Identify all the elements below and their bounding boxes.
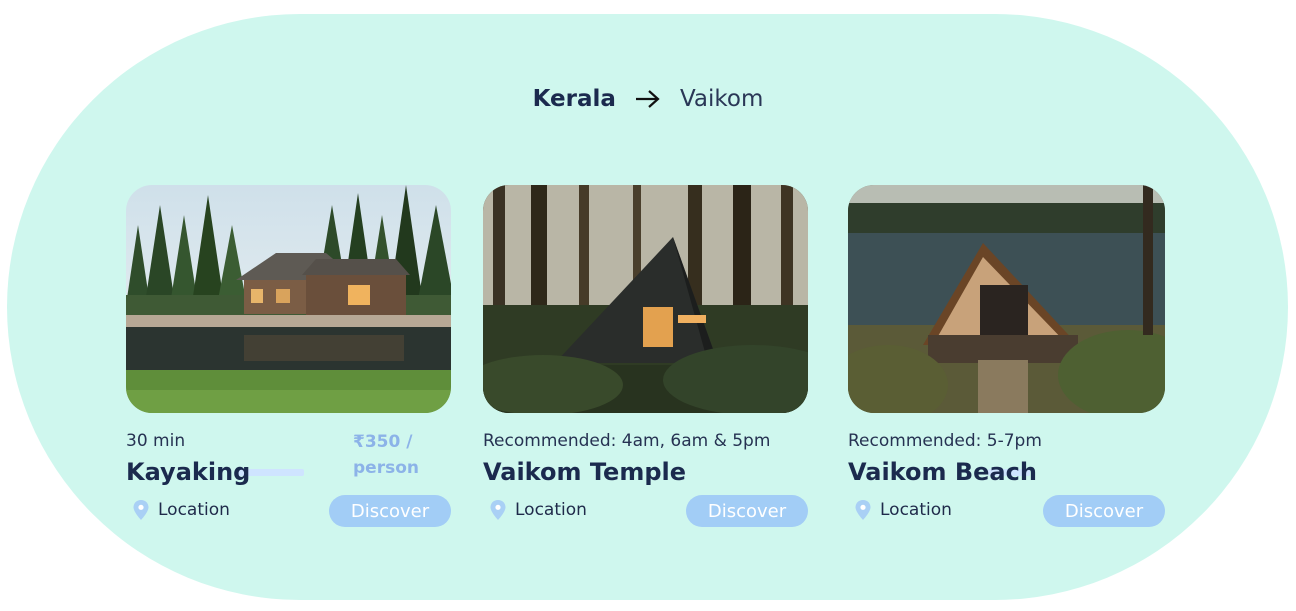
- location-label: Location: [880, 500, 952, 520]
- location-link[interactable]: Location: [132, 499, 230, 521]
- discover-button[interactable]: Discover: [329, 495, 451, 527]
- activity-card-kayaking[interactable]: 30 min ₹350 / person Kayaking Location D…: [126, 185, 451, 527]
- location-pin-icon: [133, 500, 149, 520]
- card-title: Vaikom Temple: [483, 458, 687, 486]
- recommended-times-text: Recommended: 5-7pm: [848, 431, 1042, 451]
- breadcrumb-region[interactable]: Kerala: [533, 86, 616, 112]
- activity-card-vaikom-temple[interactable]: Recommended: 4am, 6am & 5pm Vaikom Templ…: [483, 185, 808, 527]
- discover-button[interactable]: Discover: [1043, 495, 1165, 527]
- location-pin-icon: [855, 500, 871, 520]
- lakeside-a-frame-photo: [848, 185, 1165, 413]
- price-text: ₹350 / person: [353, 432, 419, 478]
- location-link[interactable]: Location: [854, 499, 952, 521]
- breadcrumb: Kerala Vaikom: [0, 86, 1296, 112]
- discover-button[interactable]: Discover: [686, 495, 808, 527]
- card-title: Kayaking: [126, 458, 251, 486]
- location-link[interactable]: Location: [489, 499, 587, 521]
- card-title: Vaikom Beach: [848, 458, 1037, 486]
- arrow-right-icon: [635, 90, 660, 108]
- location-label: Location: [158, 500, 230, 520]
- location-label: Location: [515, 500, 587, 520]
- recommended-times-text: Recommended: 4am, 6am & 5pm: [483, 431, 771, 451]
- lake-cabin-photo: [126, 185, 451, 413]
- forest-a-frame-photo: [483, 185, 808, 413]
- location-pin-icon: [490, 500, 506, 520]
- activity-card-vaikom-beach[interactable]: Recommended: 5-7pm Vaikom Beach Location…: [848, 185, 1165, 527]
- breadcrumb-place: Vaikom: [679, 86, 764, 112]
